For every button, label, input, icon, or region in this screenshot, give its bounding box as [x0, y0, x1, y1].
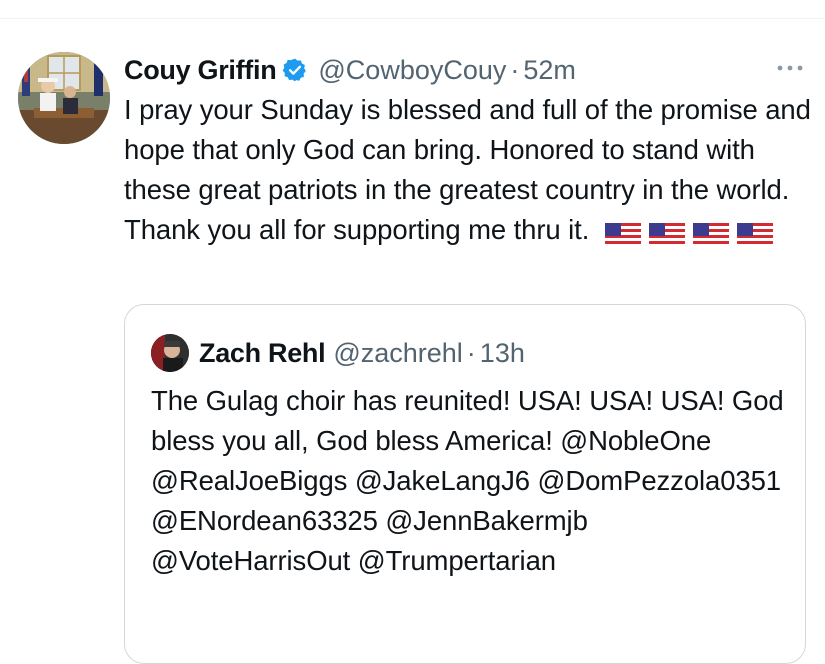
quote-text: The Gulag choir has reunited! USA! USA! …	[151, 385, 784, 576]
author-name[interactable]: Couy Griffin	[124, 55, 277, 86]
quote-author-avatar[interactable]	[151, 334, 189, 372]
flag-emojis	[604, 218, 773, 247]
author-handle[interactable]: @CowboyCouy	[318, 55, 506, 86]
us-flag-icon	[648, 218, 685, 247]
tweet-header: Couy Griffin @CowboyCouy · 52m	[124, 52, 576, 88]
author-avatar[interactable]	[18, 52, 110, 144]
timestamp[interactable]: 52m	[523, 55, 576, 86]
quote-separator-dot: ·	[466, 337, 476, 368]
verified-badge-icon	[282, 57, 308, 83]
quote-header: Zach Rehl @zachrehl · 13h	[151, 333, 525, 373]
separator-dot: ·	[510, 54, 520, 85]
top-divider	[0, 18, 825, 19]
tweet-body: I pray your Sunday is blessed and full o…	[124, 90, 814, 250]
more-options-icon[interactable]	[775, 58, 805, 78]
quote-author-handle[interactable]: @zachrehl	[333, 338, 462, 369]
quoted-tweet-card[interactable]: Zach Rehl @zachrehl · 13h The Gulag choi…	[124, 304, 806, 664]
us-flag-icon	[692, 218, 729, 247]
us-flag-icon	[736, 218, 773, 247]
quote-timestamp[interactable]: 13h	[480, 338, 525, 369]
quote-author-name[interactable]: Zach Rehl	[199, 338, 326, 369]
us-flag-icon	[604, 218, 641, 247]
